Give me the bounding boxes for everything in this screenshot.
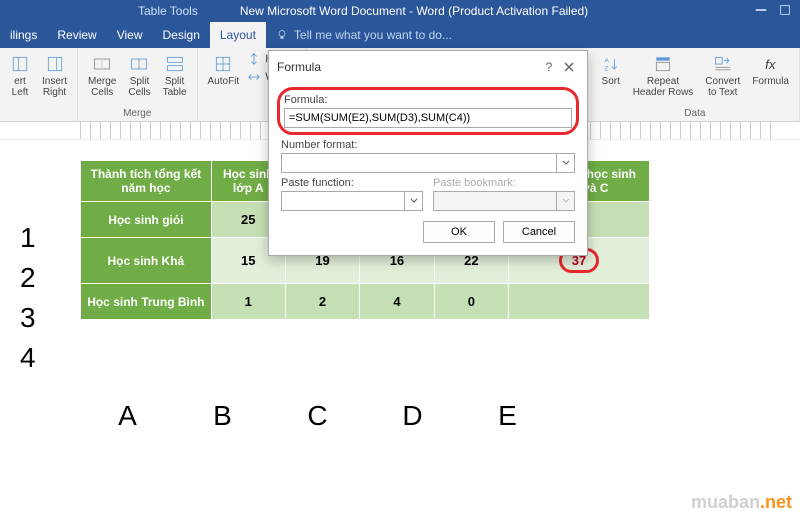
svg-text:Z: Z bbox=[604, 66, 608, 73]
tab-review[interactable]: Review bbox=[47, 22, 106, 48]
dialog-help-button[interactable]: ? bbox=[539, 57, 559, 77]
ribbon-options-icon[interactable] bbox=[754, 3, 768, 20]
tab-design[interactable]: Design bbox=[153, 22, 210, 48]
col-C: C bbox=[270, 400, 365, 432]
chevron-down-icon bbox=[562, 159, 570, 167]
cell[interactable]: 4 bbox=[360, 284, 434, 320]
group-merge: Merge Cells Split Cells Split Table Merg… bbox=[78, 48, 198, 121]
tab-view[interactable]: View bbox=[107, 22, 153, 48]
col-D: D bbox=[365, 400, 460, 432]
split-cells-icon bbox=[129, 54, 149, 74]
formula-highlight: Formula: bbox=[277, 87, 579, 135]
formula-icon: fx bbox=[761, 54, 781, 74]
formula-label: Formula: bbox=[284, 94, 572, 106]
repeat-header-icon bbox=[653, 54, 673, 74]
rownum-3: 3 bbox=[20, 298, 36, 338]
column-letters: A B C D E bbox=[80, 400, 555, 432]
svg-text:A: A bbox=[604, 57, 609, 64]
group-data: AZ Sort Repeat Header Rows Convert to Te… bbox=[591, 48, 800, 121]
rownum-1: 1 bbox=[20, 218, 36, 258]
close-icon bbox=[563, 61, 575, 73]
table-tools-label: Table Tools bbox=[138, 4, 198, 18]
table-row: Học sinh Trung Bình 1 2 4 0 bbox=[81, 284, 650, 320]
cell[interactable]: 1 bbox=[211, 284, 285, 320]
svg-text:fx: fx bbox=[765, 57, 777, 72]
document-title: New Microsoft Word Document - Word (Prod… bbox=[240, 4, 588, 18]
help-icon[interactable] bbox=[778, 3, 792, 20]
th-0[interactable]: Thành tích tổng kết năm học bbox=[81, 161, 212, 202]
insert-left-icon bbox=[10, 54, 30, 74]
rownum-4: 4 bbox=[20, 338, 36, 378]
height-icon bbox=[247, 52, 261, 66]
insert-left-button[interactable]: ert Left bbox=[6, 52, 34, 100]
autofit-button[interactable]: AutoFit bbox=[204, 52, 244, 89]
repeat-header-button[interactable]: Repeat Header Rows bbox=[629, 52, 698, 100]
paste-function-input[interactable] bbox=[281, 191, 405, 211]
insert-right-icon bbox=[45, 54, 65, 74]
data-group-label: Data bbox=[684, 108, 705, 119]
insert-right-button[interactable]: Insert Right bbox=[38, 52, 71, 100]
rownum-2: 2 bbox=[20, 258, 36, 298]
tell-me-placeholder: Tell me what you want to do... bbox=[294, 28, 452, 42]
ribbon-tabs: ilings Review View Design Layout Tell me… bbox=[0, 22, 800, 48]
formula-input[interactable] bbox=[284, 108, 572, 128]
lightbulb-icon bbox=[276, 29, 288, 41]
split-cells-button[interactable]: Split Cells bbox=[124, 52, 154, 100]
group-rows-cols: ert Left Insert Right bbox=[0, 48, 78, 121]
paste-bookmark-dropdown bbox=[557, 191, 575, 211]
cancel-button[interactable]: Cancel bbox=[503, 221, 575, 243]
paste-function-label: Paste function: bbox=[281, 177, 423, 189]
tab-mailings[interactable]: ilings bbox=[0, 22, 47, 48]
formula-button[interactable]: fx Formula bbox=[748, 52, 793, 100]
tab-layout[interactable]: Layout bbox=[210, 22, 266, 48]
paste-bookmark-input bbox=[433, 191, 557, 211]
autofit-icon bbox=[213, 54, 233, 74]
watermark: muaban.net bbox=[691, 492, 792, 513]
col-B: B bbox=[175, 400, 270, 432]
number-format-dropdown[interactable] bbox=[557, 153, 575, 173]
width-icon bbox=[247, 70, 261, 84]
paste-function-dropdown[interactable] bbox=[405, 191, 423, 211]
title-bar: Table Tools New Microsoft Word Document … bbox=[0, 0, 800, 22]
col-E: E bbox=[460, 400, 555, 432]
chevron-down-icon bbox=[562, 197, 570, 205]
number-format-label: Number format: bbox=[281, 139, 575, 151]
dialog-title-text: Formula bbox=[277, 60, 321, 74]
cell[interactable]: 2 bbox=[285, 284, 359, 320]
convert-icon bbox=[713, 54, 733, 74]
number-format-input[interactable] bbox=[281, 153, 557, 173]
row-numbers: 1 2 3 4 bbox=[20, 218, 36, 378]
formula-dialog: Formula ? Formula: Number format: Paste … bbox=[268, 50, 588, 256]
merge-cells-button[interactable]: Merge Cells bbox=[84, 52, 120, 100]
cell[interactable] bbox=[509, 284, 650, 320]
col-A: A bbox=[80, 400, 175, 432]
split-table-icon bbox=[165, 54, 185, 74]
merge-cells-icon bbox=[92, 54, 112, 74]
tell-me-search[interactable]: Tell me what you want to do... bbox=[266, 28, 462, 42]
sort-icon: AZ bbox=[601, 54, 621, 74]
paste-bookmark-label: Paste bookmark: bbox=[433, 177, 575, 189]
split-table-button[interactable]: Split Table bbox=[159, 52, 191, 100]
row-label-1[interactable]: Học sinh Khá bbox=[81, 238, 212, 284]
cell[interactable]: 0 bbox=[434, 284, 508, 320]
chevron-down-icon bbox=[410, 197, 418, 205]
dialog-close-button[interactable] bbox=[559, 57, 579, 77]
merge-group-label: Merge bbox=[123, 108, 151, 119]
dialog-titlebar[interactable]: Formula ? bbox=[269, 51, 587, 83]
ok-button[interactable]: OK bbox=[423, 221, 495, 243]
convert-to-text-button[interactable]: Convert to Text bbox=[701, 52, 744, 100]
sort-button[interactable]: AZ Sort bbox=[597, 52, 625, 100]
row-label-2[interactable]: Học sinh Trung Bình bbox=[81, 284, 212, 320]
row-label-0[interactable]: Học sinh giỏi bbox=[81, 202, 212, 238]
